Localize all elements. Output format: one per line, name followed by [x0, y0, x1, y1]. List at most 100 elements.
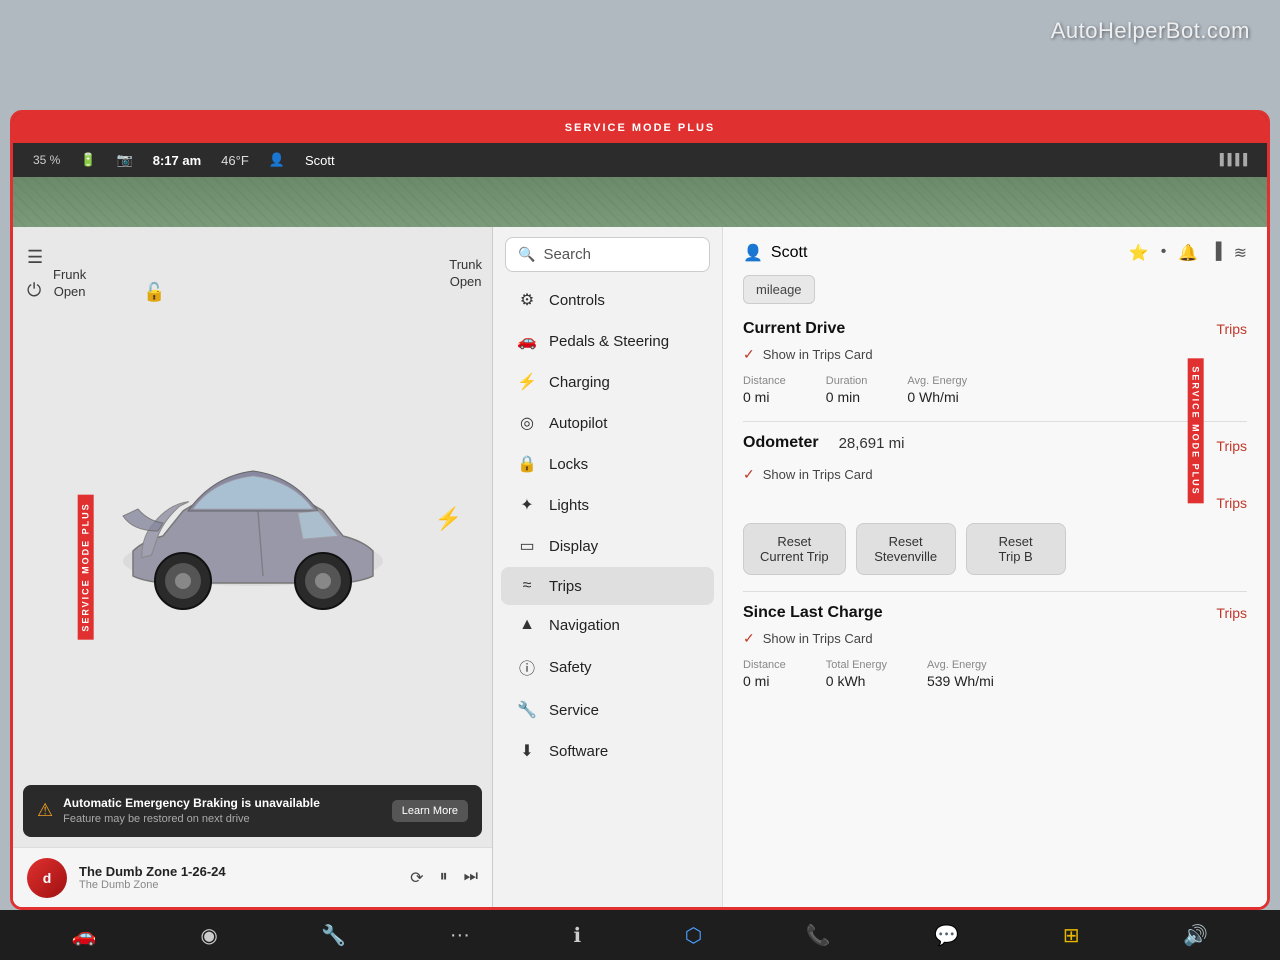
mileage-chip[interactable]: mileage [743, 275, 815, 304]
stat-duration: Duration 0 min [826, 375, 868, 405]
current-drive-header: Current Drive Trips [743, 320, 1247, 338]
menu-item-locks[interactable]: 🔒 Locks [501, 444, 714, 484]
current-drive-checkbox-row: ✓ Show in Trips Card [743, 346, 1247, 363]
star-icon[interactable]: ⭐ [1129, 243, 1149, 263]
distance-value: 0 mi [743, 389, 786, 405]
settings-detail: 👤 Scott ⭐ • 🔔 ▐ ≋ mileage Current Dri [723, 227, 1267, 907]
status-time: 8:17 am [153, 153, 201, 168]
battery-level: 35 % [33, 153, 60, 167]
menu-label-service: Service [549, 702, 599, 719]
total-energy-label: Total Energy [826, 659, 887, 671]
since-charge-distance-value: 0 mi [743, 673, 786, 689]
trips-link-row: Trips [743, 495, 1247, 511]
alert-subtitle: Feature may be restored on next drive [63, 812, 382, 827]
search-box[interactable]: 🔍 Search [505, 237, 710, 272]
extra-trips-link[interactable]: Trips [1216, 495, 1247, 511]
taskbar-messages[interactable]: 💬 [934, 923, 959, 948]
reset-trip-b-button[interactable]: Reset Trip B [966, 523, 1066, 575]
messages-icon: 💬 [934, 923, 959, 948]
lightning-icon: ⚡ [435, 506, 462, 532]
status-temp: 46°F [221, 153, 249, 168]
reset-stevenville-button[interactable]: Reset Stevenville [856, 523, 956, 575]
menu-item-service[interactable]: 🔧 Service [501, 690, 714, 730]
reset-buttons: Reset Current Trip Reset Stevenville Res… [743, 523, 1247, 575]
odometer-row: Odometer 28,691 mi [743, 434, 904, 452]
menu-item-display[interactable]: ▭ Display [501, 526, 714, 566]
since-charge-check-icon: ✓ [743, 630, 755, 647]
user-info: 👤 Scott [743, 243, 807, 263]
menu-label-autopilot: Autopilot [549, 415, 607, 432]
since-charge-show-trips[interactable]: Show in Trips Card [763, 631, 873, 646]
status-bar: 35 % 🔋 📷 8:17 am 46°F 👤 Scott ▐▐▐▐ [13, 143, 1267, 177]
search-label: Search [543, 246, 591, 263]
car-icon: 🚗 [72, 923, 97, 948]
menu-item-charging[interactable]: ⚡ Charging [501, 362, 714, 402]
learn-more-button[interactable]: Learn More [392, 800, 468, 822]
menu-item-autopilot[interactable]: ◎ Autopilot [501, 403, 714, 443]
controls-icon: ⚙ [517, 290, 537, 310]
taskbar-tools[interactable]: 🔧 [321, 923, 346, 948]
since-last-charge-trips-link[interactable]: Trips [1216, 605, 1247, 621]
menu-label-display: Display [549, 538, 598, 555]
trips-icon: ≈ [517, 577, 537, 595]
since-charge-total-energy: Total Energy 0 kWh [826, 659, 887, 689]
signal-icon: ▐▐▐▐ [1216, 154, 1247, 166]
duration-value: 0 min [826, 389, 868, 405]
bell-icon[interactable]: 🔔 [1178, 243, 1198, 263]
alert-text: Automatic Emergency Braking is unavailab… [63, 795, 382, 827]
taskbar-phone[interactable]: 📞 [806, 923, 831, 948]
settings-menu: 🔍 Search ⚙ Controls 🚗 Pedals & Steering … [493, 227, 723, 907]
signal-bars-icon: ▐ [1210, 243, 1221, 263]
menu-item-navigation[interactable]: ▲ Navigation [501, 606, 714, 644]
navigation-icon: ▲ [517, 616, 537, 634]
taskbar-info[interactable]: ℹ [573, 923, 581, 948]
taskbar: 🚗 ◉ 🔧 ··· ℹ ⬡ 📞 💬 ⊞ 🔊 [0, 910, 1280, 960]
restart-icon[interactable]: ⟳ [410, 868, 423, 888]
since-last-charge-title: Since Last Charge [743, 604, 883, 622]
taskbar-more[interactable]: ··· [450, 924, 470, 947]
user-icon: 👤 [269, 152, 285, 168]
header-icons: ⭐ • 🔔 ▐ ≋ [1129, 243, 1247, 263]
taskbar-volume[interactable]: 🔊 [1183, 923, 1208, 948]
current-drive-show-trips[interactable]: Show in Trips Card [763, 347, 873, 362]
menu-item-software[interactable]: ⬇ Software [501, 731, 714, 771]
menu-item-pedals[interactable]: 🚗 Pedals & Steering [501, 321, 714, 361]
stat-distance: Distance 0 mi [743, 375, 786, 405]
since-last-charge-header: Since Last Charge Trips [743, 604, 1247, 622]
duration-label: Duration [826, 375, 868, 387]
unlock-icon: 🔓 [143, 282, 165, 303]
odometer-label: Odometer [743, 434, 819, 452]
software-icon: ⬇ [517, 741, 537, 761]
taskbar-car[interactable]: 🚗 [72, 923, 97, 948]
screen-frame: SERVICE MODE PLUS 35 % 🔋 📷 8:17 am 46°F … [10, 110, 1270, 910]
user-profile-icon: 👤 [743, 243, 763, 263]
odometer-show-trips[interactable]: Show in Trips Card [763, 467, 873, 482]
dot-icon[interactable]: • [1161, 243, 1167, 263]
search-icon: 🔍 [518, 246, 535, 263]
pedals-icon: 🚗 [517, 331, 537, 351]
wifi-icon: ≋ [1234, 243, 1247, 263]
pause-icon[interactable]: ⏸ [440, 868, 448, 888]
divider-2 [743, 591, 1247, 592]
taskbar-bluetooth[interactable]: ⬡ [685, 923, 702, 948]
menu-item-controls[interactable]: ⚙ Controls [501, 280, 714, 320]
menu-label-controls: Controls [549, 292, 605, 309]
safety-icon: ⓘ [517, 655, 537, 679]
reset-current-trip-button[interactable]: Reset Current Trip [743, 523, 846, 575]
current-drive-trips-link[interactable]: Trips [1216, 321, 1247, 337]
menu-item-lights[interactable]: ✦ Lights [501, 485, 714, 525]
menu-item-safety[interactable]: ⓘ Safety [501, 645, 714, 689]
music-controls: ⟳ ⏸ ⏭ [410, 868, 478, 888]
distance-label: Distance [743, 375, 786, 387]
odometer-trips-link[interactable]: Trips [1216, 438, 1247, 454]
skip-icon[interactable]: ⏭ [464, 868, 478, 888]
menu-item-trips[interactable]: ≈ Trips [501, 567, 714, 605]
total-energy-value: 0 kWh [826, 673, 887, 689]
since-charge-avg-energy: Avg. Energy 539 Wh/mi [927, 659, 994, 689]
service-mode-bar: SERVICE MODE PLUS [13, 113, 1267, 143]
autopilot-icon: ◎ [517, 413, 537, 433]
taskbar-circle[interactable]: ◉ [200, 923, 217, 948]
service-icon: 🔧 [517, 700, 537, 720]
odometer-header: Odometer 28,691 mi Trips [743, 434, 1247, 458]
taskbar-grid[interactable]: ⊞ [1063, 923, 1080, 948]
